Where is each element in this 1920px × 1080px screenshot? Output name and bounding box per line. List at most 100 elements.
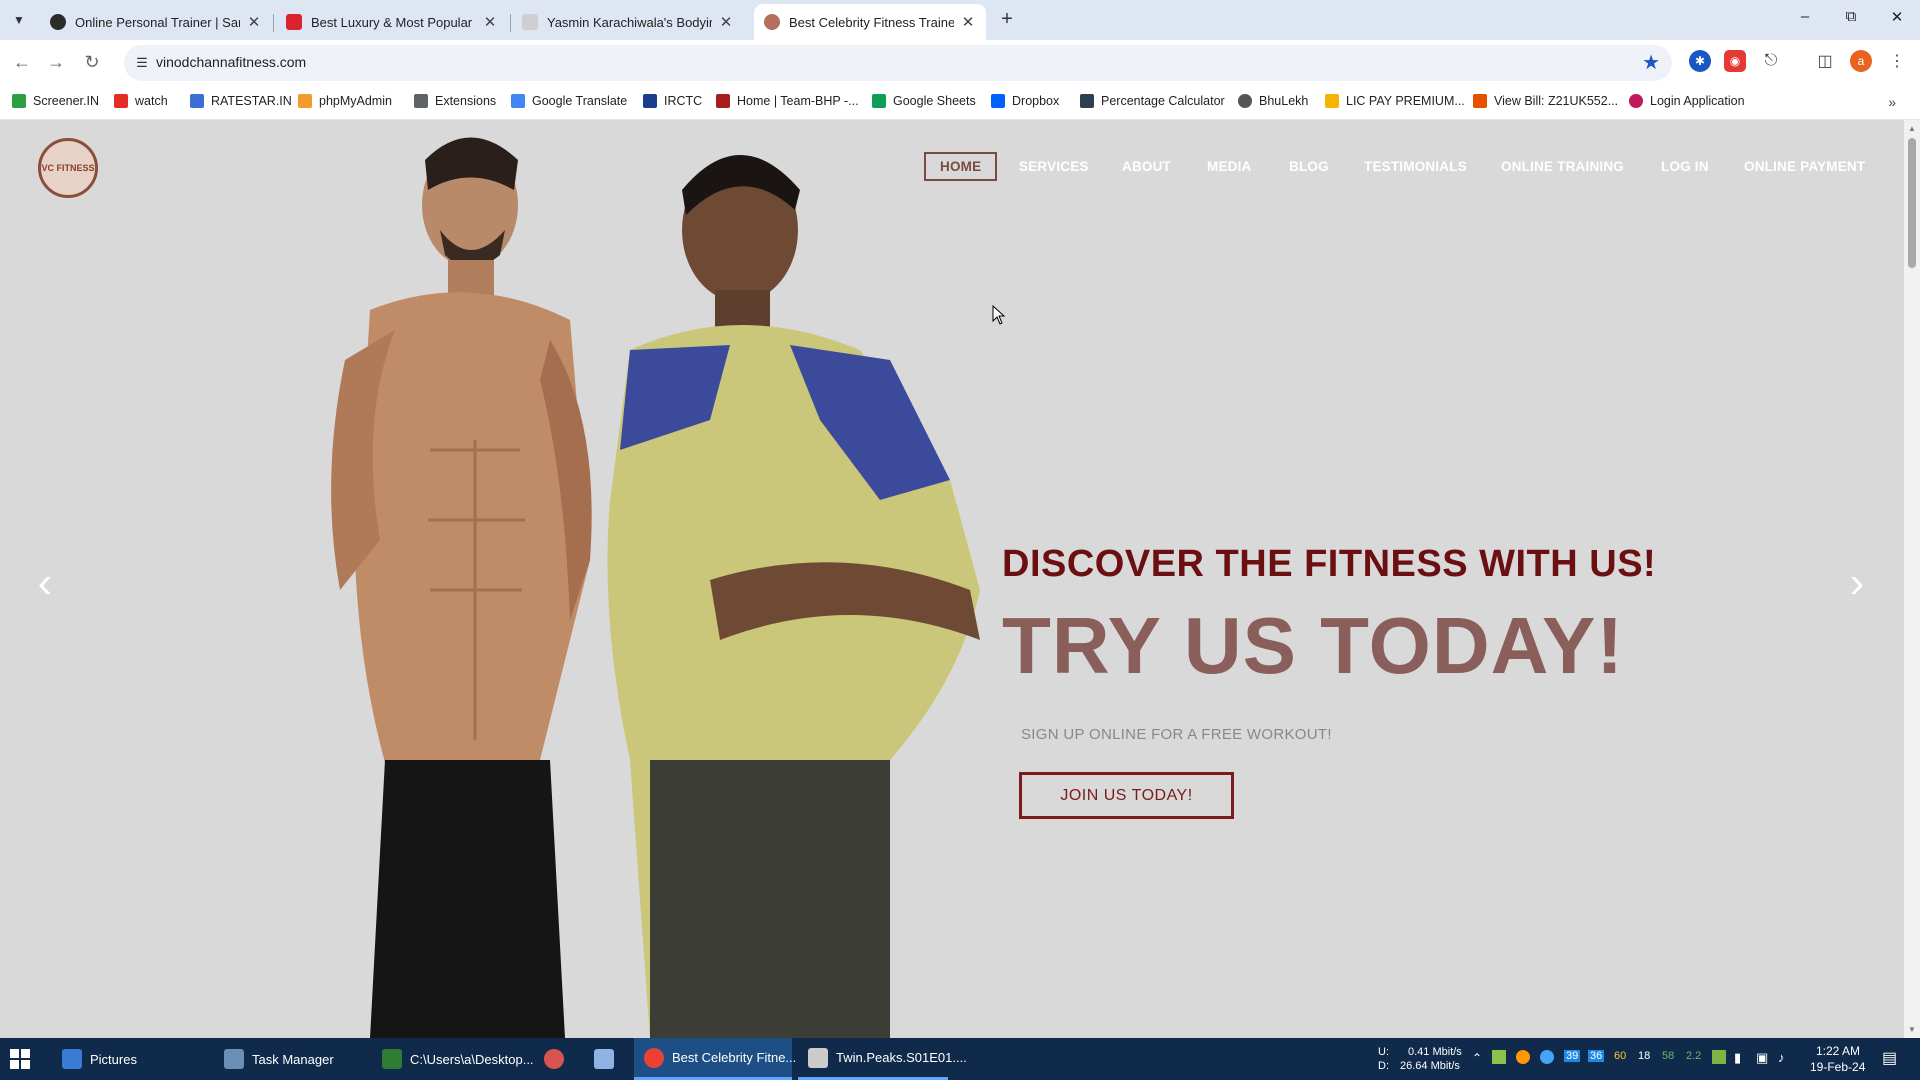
mouse-cursor-icon — [992, 305, 1006, 325]
reload-icon[interactable]: ↻ — [80, 51, 104, 75]
tab-4-active[interactable]: Best Celebrity Fitness Trainer in ✕ — [754, 4, 986, 40]
notification-icon[interactable]: ▤ — [1882, 1048, 1897, 1068]
windows-start-icon[interactable] — [10, 1049, 30, 1069]
tab-search-icon[interactable]: ▼ — [8, 9, 30, 31]
bookmark-item[interactable]: Percentage Calculator — [1080, 94, 1225, 108]
task-manager-icon — [224, 1049, 244, 1069]
forward-icon[interactable]: → — [44, 51, 68, 75]
site-info-icon[interactable]: ☰ — [132, 53, 152, 73]
bookmarks-bar: Screener.IN watch RATESTAR.IN phpMyAdmin… — [0, 86, 1920, 120]
tray-search-icon[interactable] — [1516, 1050, 1530, 1064]
nav-log-in[interactable]: LOG IN — [1661, 159, 1709, 174]
back-icon[interactable]: ← — [10, 51, 34, 75]
bookmark-icon — [1629, 94, 1643, 108]
bookmark-icon — [1473, 94, 1487, 108]
nav-about[interactable]: ABOUT — [1122, 159, 1171, 174]
site-logo[interactable]: VC FITNESS — [38, 138, 98, 198]
bookmark-item[interactable]: Dropbox — [991, 94, 1059, 108]
bookmark-item[interactable]: RATESTAR.IN — [190, 94, 292, 108]
chevron-left-icon[interactable]: ‹ — [30, 558, 60, 608]
tab-title: Online Personal Trainer | Sarah — [75, 14, 240, 30]
more-menu-icon[interactable]: ⋮ — [1886, 50, 1908, 72]
close-tab-icon[interactable]: ✕ — [246, 13, 262, 31]
scrollbar-thumb[interactable] — [1908, 138, 1916, 268]
hero-section: VC FITNESS HOME SERVICES ABOUT MEDIA BLO… — [0, 120, 1904, 1038]
page-scrollbar[interactable]: ▲ ▼ — [1904, 120, 1920, 1038]
restore-icon[interactable]: ⧉ — [1836, 8, 1866, 32]
taskbar-item-video[interactable]: Twin.Peaks.S01E01.... — [798, 1038, 967, 1080]
tab-1[interactable]: Online Personal Trainer | Sarah ✕ — [40, 4, 272, 40]
chevron-up-icon[interactable]: ⌃ — [1472, 1051, 1482, 1065]
taskbar-item-chrome[interactable]: Best Celebrity Fitne... — [634, 1038, 796, 1080]
video-icon — [808, 1047, 828, 1068]
nav-services[interactable]: SERVICES — [1019, 159, 1089, 174]
bookmark-icon — [1080, 94, 1094, 108]
bookmark-item[interactable]: Screener.IN — [12, 94, 99, 108]
bookmark-item[interactable]: LIC PAY PREMIUM... — [1325, 94, 1465, 108]
chevron-double-right-icon[interactable]: » — [1888, 94, 1896, 110]
tray-number: 39 — [1564, 1050, 1581, 1062]
tray-app-icon[interactable] — [1492, 1050, 1506, 1064]
hero-photo-right — [607, 155, 980, 1038]
bookmark-icon — [190, 94, 204, 108]
scroll-down-icon[interactable]: ▼ — [1908, 1025, 1916, 1034]
taskbar-item-app[interactable] — [544, 1038, 574, 1080]
volume-icon[interactable]: ♪ — [1778, 1050, 1785, 1065]
tab-3[interactable]: Yasmin Karachiwala's Bodyimag ✕ — [512, 4, 744, 40]
network-icon[interactable]: ▣ — [1756, 1050, 1768, 1066]
puzzle-icon[interactable]: ⎋ — [1760, 50, 1782, 72]
tab-2[interactable]: Best Luxury & Most Popular Gy ✕ — [276, 4, 508, 40]
close-tab-icon[interactable]: ✕ — [960, 13, 976, 31]
plus-icon[interactable]: + — [996, 9, 1018, 31]
tab-favicon-icon — [50, 14, 66, 30]
nav-blog[interactable]: BLOG — [1289, 159, 1329, 174]
chevron-right-icon[interactable]: › — [1842, 558, 1872, 608]
minimize-icon[interactable]: – — [1790, 8, 1820, 32]
net-down-label: D: — [1378, 1060, 1389, 1072]
nav-testimonials[interactable]: TESTIMONIALS — [1364, 159, 1467, 174]
tray-leaf-icon[interactable] — [1712, 1050, 1726, 1064]
bookmark-item[interactable]: phpMyAdmin — [298, 94, 392, 108]
tab-favicon-icon — [522, 14, 538, 30]
bookmark-item[interactable]: IRCTC — [643, 94, 702, 108]
battery-icon[interactable]: ▮ — [1734, 1050, 1741, 1066]
address-bar[interactable]: ☰ vinodchannafitness.com ★ — [124, 45, 1672, 81]
bookmark-item[interactable]: Login Application — [1629, 94, 1745, 108]
tab-title: Yasmin Karachiwala's Bodyimag — [547, 14, 712, 30]
address-url[interactable]: vinodchannafitness.com — [156, 54, 306, 70]
close-icon[interactable]: ✕ — [1882, 8, 1912, 32]
bookmark-icon — [114, 94, 128, 108]
avatar[interactable]: a — [1850, 50, 1872, 72]
tray-globe-icon[interactable] — [1540, 1050, 1554, 1064]
bookmark-icon — [414, 94, 428, 108]
taskbar-item-pictures[interactable]: Pictures — [52, 1038, 210, 1080]
shield-icon[interactable]: ◉ — [1724, 50, 1746, 72]
nav-online-training[interactable]: ONLINE TRAINING — [1501, 159, 1624, 174]
tray-number: 36 — [1588, 1050, 1605, 1062]
bookmark-item[interactable]: watch — [114, 94, 168, 108]
bookmark-item[interactable]: Google Translate — [511, 94, 627, 108]
close-tab-icon[interactable]: ✕ — [718, 13, 734, 31]
scroll-up-icon[interactable]: ▲ — [1908, 124, 1916, 133]
clock-time[interactable]: 1:22 AM — [1816, 1044, 1860, 1058]
bookmark-star-icon[interactable]: ★ — [1642, 50, 1660, 75]
taskbar-item-document[interactable] — [594, 1038, 624, 1080]
taskbar-item-explorer[interactable]: C:\Users\a\Desktop... — [372, 1038, 534, 1080]
bookmark-item[interactable]: View Bill: Z21UK552... — [1473, 94, 1618, 108]
bookmark-icon — [511, 94, 525, 108]
bookmark-icon — [1238, 94, 1252, 108]
clock-date[interactable]: 19-Feb-24 — [1810, 1060, 1865, 1074]
bookmark-item[interactable]: Google Sheets — [872, 94, 976, 108]
bookmark-item[interactable]: Home | Team-BHP -... — [716, 94, 859, 108]
extension-icon[interactable]: ✱ — [1689, 50, 1711, 72]
tab-strip: ▼ Online Personal Trainer | Sarah ✕ Best… — [0, 0, 1920, 40]
close-tab-icon[interactable]: ✕ — [482, 13, 498, 31]
bookmark-item[interactable]: Extensions — [414, 94, 496, 108]
side-panel-icon[interactable]: ◫ — [1814, 50, 1836, 72]
folder-icon — [62, 1049, 82, 1069]
bookmark-item[interactable]: BhuLekh — [1238, 94, 1308, 108]
nav-media[interactable]: MEDIA — [1207, 159, 1252, 174]
join-us-button[interactable]: JOIN US TODAY! — [1019, 772, 1234, 819]
taskbar-item-task-manager[interactable]: Task Manager — [214, 1038, 366, 1080]
nav-online-payment[interactable]: ONLINE PAYMENT — [1744, 159, 1865, 174]
